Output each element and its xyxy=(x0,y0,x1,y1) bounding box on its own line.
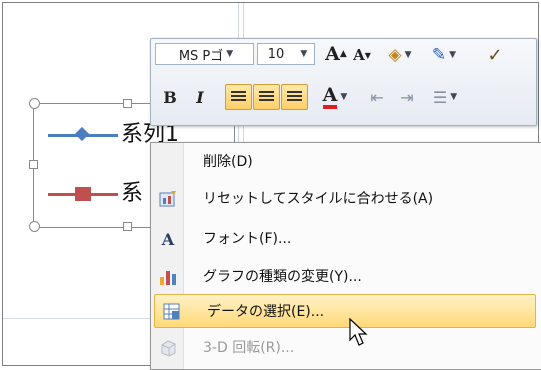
chevron-down-icon[interactable]: ▼ xyxy=(300,49,307,59)
align-center-icon xyxy=(259,91,274,103)
reset-style-icon xyxy=(159,190,177,208)
mini-toolbar: MS Pゴ ▼ 10 ▼ A ▲ A ▼ ◈ ▼ ✎ ▼ ✓ B I A ▼ ⇤ ⇥ ☰ ▼ xyxy=(150,38,537,126)
context-menu: 削除(D) リセットしてスタイルに合わせる(A) A フォント(F)... グラ… xyxy=(150,142,541,370)
menu-item-label: データの選択(E)... xyxy=(207,304,325,320)
decrease-indent-icon[interactable]: ⇤ xyxy=(365,84,389,110)
chevron-down-icon[interactable]: ▼ xyxy=(405,50,412,60)
font-color-icon: A xyxy=(322,85,338,109)
font-size-value: 10 xyxy=(267,46,285,62)
square-marker-icon xyxy=(75,187,91,201)
resize-handle[interactable] xyxy=(123,222,132,231)
fill-color-button[interactable]: ◈ ▼ xyxy=(380,42,420,68)
grow-font-icon: A xyxy=(325,43,340,65)
menu-item-font[interactable]: A フォント(F)... xyxy=(151,222,537,256)
paint-bucket-icon: ◈ xyxy=(388,45,402,65)
mouse-cursor-icon xyxy=(349,317,369,352)
resize-handle[interactable] xyxy=(123,99,132,108)
chevron-down-icon[interactable]: ▼ xyxy=(449,50,456,60)
menu-item-label: グラフの種類の変更(Y)... xyxy=(203,269,362,285)
menu-item-reset-style[interactable]: リセットしてスタイルに合わせる(A) xyxy=(151,182,537,216)
italic-button[interactable]: I xyxy=(189,84,211,110)
rotate-3d-icon xyxy=(159,339,177,357)
bold-button[interactable]: B xyxy=(159,84,181,110)
align-left-button[interactable] xyxy=(225,84,252,110)
pencil-line-icon: ✎ xyxy=(431,45,447,65)
line-color-button[interactable]: ✎ ▼ xyxy=(423,42,465,68)
shrink-font-icon: A xyxy=(353,46,365,64)
menu-item-3d-rotation[interactable]: 3-D 回転(R)... xyxy=(151,331,537,365)
menu-item-delete[interactable]: 削除(D) xyxy=(151,145,537,179)
menu-item-label: フォント(F)... xyxy=(203,231,292,247)
select-data-icon xyxy=(163,303,181,321)
font-name-value: MS Pゴ xyxy=(178,48,224,64)
menu-item-change-chart-type[interactable]: グラフの種類の変更(Y)... xyxy=(151,260,537,294)
menu-item-label: 3-D 回転(R)... xyxy=(203,340,295,356)
shrink-font-button[interactable]: A ▼ xyxy=(351,43,373,67)
bullet-list-icon: ☰ xyxy=(432,87,448,107)
align-right-button[interactable] xyxy=(281,84,308,110)
resize-handle[interactable] xyxy=(29,98,40,109)
bullets-button[interactable]: ☰ ▼ xyxy=(425,84,465,110)
chart-type-icon xyxy=(159,268,177,286)
font-name-combo[interactable]: MS Pゴ ▼ xyxy=(155,43,254,65)
align-left-icon xyxy=(231,91,246,103)
increase-indent-icon[interactable]: ⇥ xyxy=(395,84,419,110)
diamond-marker-icon xyxy=(74,126,90,142)
legend-label: 系 xyxy=(121,181,144,206)
resize-handle[interactable] xyxy=(29,221,40,232)
chevron-down-icon[interactable]: ▼ xyxy=(450,92,457,102)
menu-item-select-data[interactable]: データの選択(E)... xyxy=(154,294,536,328)
grow-font-button[interactable]: A ▲ xyxy=(324,41,348,67)
menu-item-label: 削除(D) xyxy=(203,154,253,170)
font-color-button[interactable]: A ▼ xyxy=(313,83,357,111)
align-right-icon xyxy=(287,91,302,103)
font-icon: A xyxy=(161,229,175,249)
chevron-down-icon[interactable]: ▼ xyxy=(226,49,233,59)
resize-handle[interactable] xyxy=(29,160,38,169)
format-painter-icon[interactable]: ✓ xyxy=(482,42,508,68)
chevron-down-icon[interactable]: ▼ xyxy=(340,92,347,102)
align-center-button[interactable] xyxy=(253,84,280,110)
font-size-combo[interactable]: 10 ▼ xyxy=(257,43,315,65)
menu-item-label: リセットしてスタイルに合わせる(A) xyxy=(203,191,434,207)
